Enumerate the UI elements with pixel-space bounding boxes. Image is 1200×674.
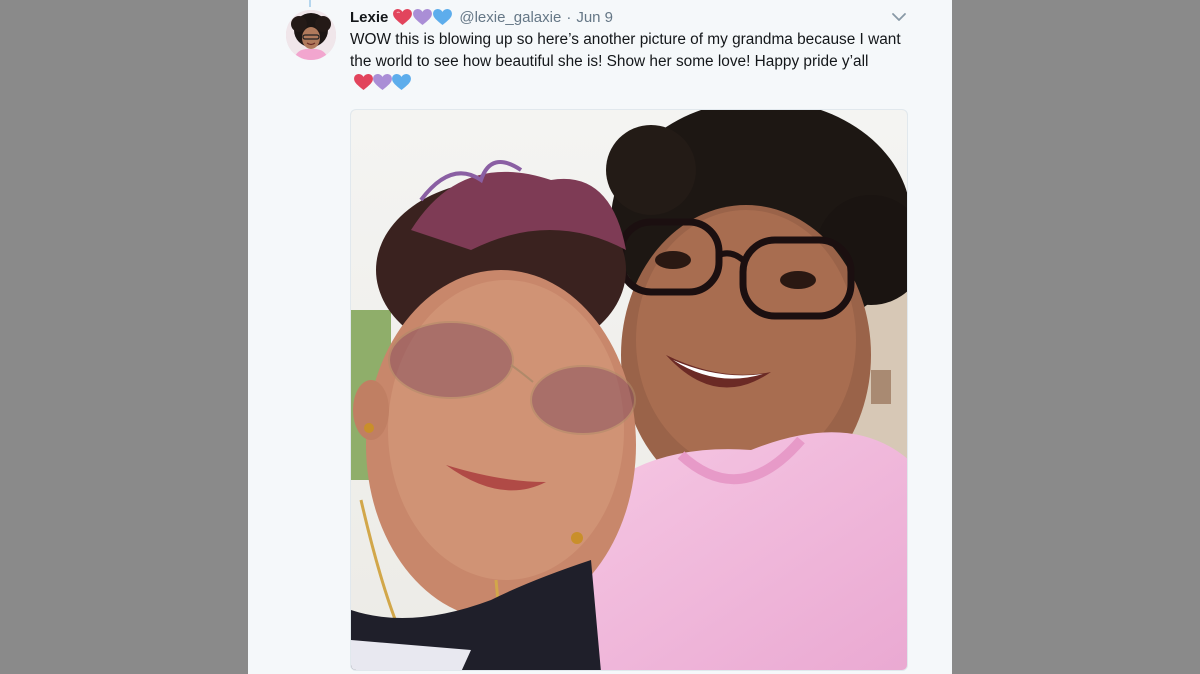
author-handle[interactable]: @lexie_galaxie xyxy=(459,9,561,26)
red-heart-icon xyxy=(393,8,413,25)
selfie-photo-illustration xyxy=(351,110,907,670)
header-separator: · xyxy=(566,8,572,26)
purple-heart-icon xyxy=(413,8,433,25)
purple-heart-icon xyxy=(373,74,392,91)
tweet-photo[interactable] xyxy=(350,109,908,671)
author-avatar[interactable] xyxy=(286,10,336,60)
author-emoji-group xyxy=(393,8,453,26)
tweet-date[interactable]: Jun 9 xyxy=(576,9,613,26)
blue-heart-icon xyxy=(433,8,453,25)
chevron-down-icon xyxy=(892,13,906,21)
tweet-body: WOW this is blowing up so here’s another… xyxy=(350,29,910,95)
tweet-header: Lexie @lexie_galaxie · Jun 9 xyxy=(350,6,613,28)
tweet-menu-button[interactable] xyxy=(889,8,909,26)
author-name[interactable]: Lexie xyxy=(350,9,388,26)
tweet-text: WOW this is blowing up so here’s another… xyxy=(350,31,901,70)
blue-heart-icon xyxy=(392,74,411,91)
thread-connector-line xyxy=(309,0,311,7)
avatar-image xyxy=(286,10,336,60)
red-heart-icon xyxy=(354,74,373,91)
tweet-emoji-group xyxy=(354,74,411,91)
screen: Lexie @lexie_galaxie · Jun 9 WOW this is… xyxy=(0,0,1200,674)
